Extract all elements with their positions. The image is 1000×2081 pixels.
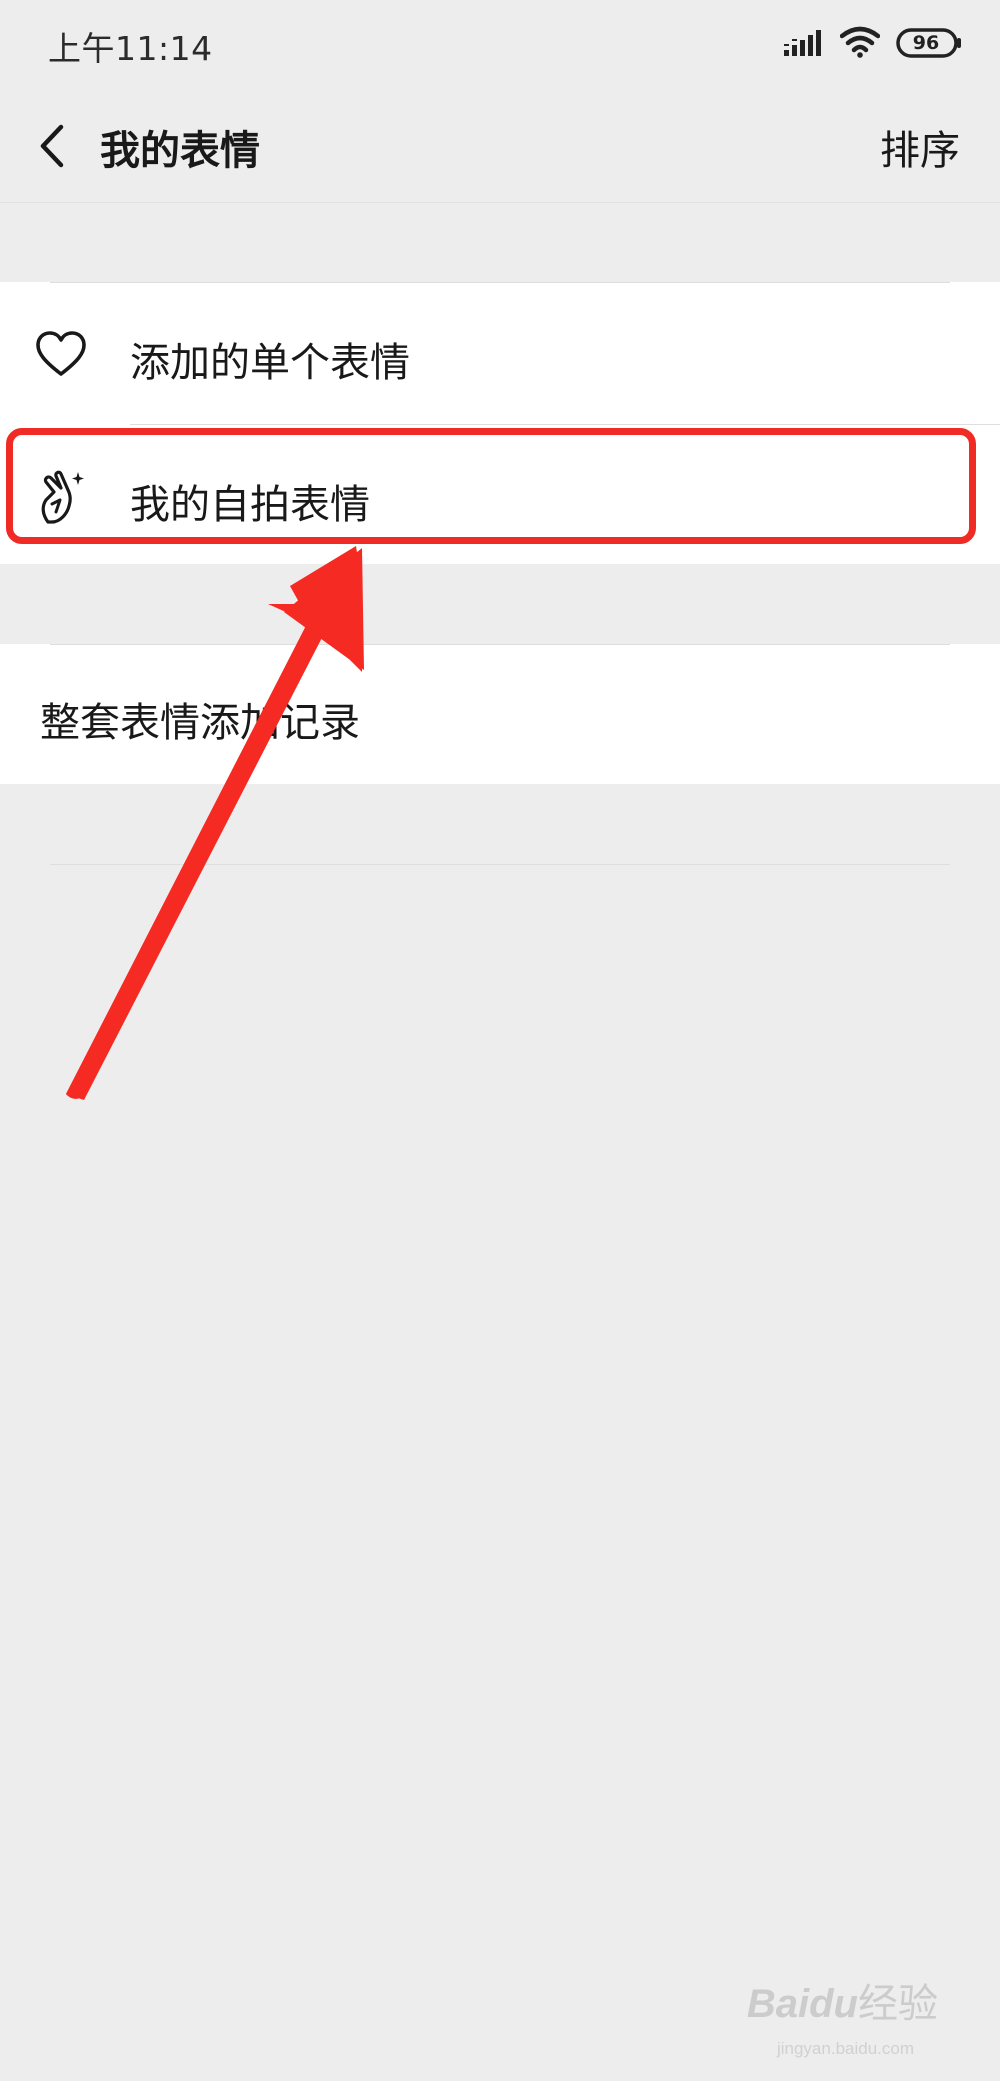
status-icons: 96 (784, 26, 964, 62)
back-button[interactable] (22, 114, 82, 178)
battery-icon: 96 (896, 28, 962, 58)
list-item-label: 添加的单个表情 (130, 340, 410, 386)
battery-level: 96 (912, 32, 940, 54)
list-item-label: 整套表情添加记录 (40, 700, 360, 746)
sort-button[interactable]: 排序 (880, 118, 960, 176)
divider (50, 864, 950, 865)
emoji-list-section: 添加的单个表情 我的自拍表情 (0, 282, 1000, 564)
watermark-logo: Baidu经验 (746, 1982, 938, 2026)
watermark-url: jingyan.baidu.com (776, 2039, 914, 2058)
page-title: 我的表情 (100, 128, 260, 174)
history-section: 整套表情添加记录 (0, 644, 1000, 784)
nav-bar: 我的表情 排序 (0, 90, 1000, 203)
list-item-label: 我的自拍表情 (130, 482, 370, 528)
list-item-single-emoji[interactable]: 添加的单个表情 (0, 282, 1000, 424)
wifi-icon (840, 26, 880, 58)
list-item-history[interactable]: 整套表情添加记录 (0, 644, 1000, 784)
selfie-hand-icon (41, 470, 84, 524)
list-item-selfie-emoji[interactable]: 我的自拍表情 (0, 424, 1000, 566)
back-chevron-icon (40, 124, 64, 168)
status-time: 上午11:14 (48, 29, 213, 68)
signal-icon (784, 30, 821, 56)
status-bar: 上午11:14 96 (0, 0, 1000, 90)
heart-icon (36, 331, 86, 376)
